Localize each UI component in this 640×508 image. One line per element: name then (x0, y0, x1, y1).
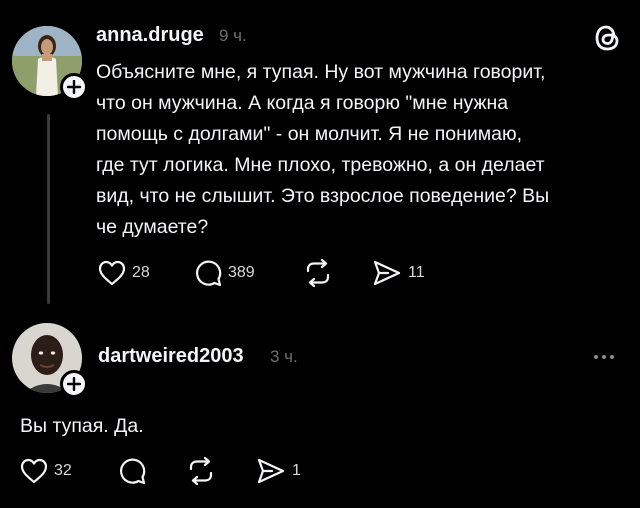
post-text-line: где тут логика. Мне плохо, тревожно, а о… (96, 154, 545, 176)
share-button[interactable]: 11 (372, 259, 425, 287)
repost-button[interactable] (186, 457, 216, 485)
threads-logo-icon[interactable] (592, 22, 624, 54)
comment-count: 389 (228, 264, 255, 281)
post-text-line: вид, что не слышит. Это взрослое поведен… (96, 185, 550, 207)
username[interactable]: dartweired2003 (98, 345, 244, 368)
post-text-line: что он мужчина. А когда я говорю "мне ну… (96, 92, 509, 114)
comment-button[interactable] (118, 457, 146, 485)
post-time: 9 ч. (219, 26, 247, 45)
thread-line (47, 114, 50, 304)
comment-button[interactable]: 389 (194, 259, 255, 287)
share-button[interactable]: 1 (256, 457, 301, 485)
share-count: 11 (408, 264, 425, 281)
post-text-line: че думаете? (96, 216, 209, 238)
plus-icon (67, 80, 81, 94)
like-count: 32 (54, 462, 72, 479)
repost-icon (189, 457, 213, 485)
comment-bubble-icon (120, 458, 146, 485)
heart-icon (98, 260, 126, 286)
share-count: 1 (292, 462, 301, 479)
like-button[interactable]: 28 (98, 260, 150, 286)
username[interactable]: anna.druge (96, 24, 204, 47)
post-time: 3 ч. (270, 347, 298, 366)
repost-icon (306, 259, 330, 287)
like-button[interactable]: 32 (20, 458, 72, 484)
send-icon (373, 260, 401, 286)
more-horizontal-icon[interactable] (594, 355, 614, 359)
like-count: 28 (132, 264, 150, 281)
post-text: Вы тупая. Да. (20, 411, 144, 442)
follow-button[interactable] (60, 73, 88, 101)
follow-button[interactable] (60, 370, 88, 398)
plus-icon (67, 377, 81, 391)
post-text-line: помощь с долгами" - он молчит. Я не пони… (96, 123, 523, 145)
heart-icon (20, 458, 48, 484)
post-text-line: Вы тупая. Да. (20, 415, 144, 437)
post-text: Объясните мне, я тупая. Ну вот мужчина г… (96, 57, 549, 243)
repost-button[interactable] (303, 259, 333, 287)
send-icon (257, 458, 285, 484)
post-text-line: Объясните мне, я тупая. Ну вот мужчина г… (96, 61, 546, 83)
comment-bubble-icon (196, 260, 222, 287)
